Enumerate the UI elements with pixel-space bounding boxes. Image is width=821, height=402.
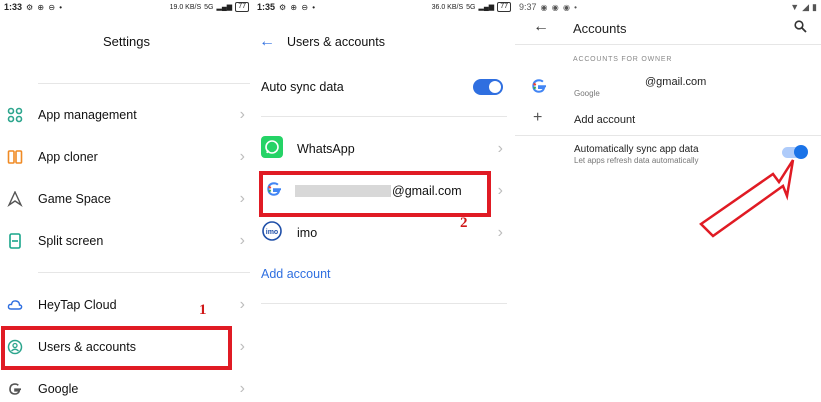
status-time: 1:35: [257, 2, 276, 12]
chevron-right-icon: ›: [497, 224, 503, 241]
auto-sync-label: Auto sync data: [261, 80, 344, 94]
highlight-box: [1, 326, 232, 370]
auto-sync-subtitle: Let apps refresh data automatically: [574, 156, 699, 165]
chevron-right-icon: ›: [239, 380, 245, 397]
auto-sync-title: Automatically sync app data: [574, 144, 699, 155]
auto-sync-row[interactable]: Auto sync data: [253, 67, 515, 107]
status-time: 1:33: [4, 2, 23, 12]
chevron-right-icon: ›: [239, 190, 245, 207]
signal-icon: ▂▄▆: [216, 4, 233, 11]
highlight-box: [259, 171, 491, 217]
chevron-right-icon: ›: [239, 148, 245, 165]
google-icon: [530, 77, 548, 100]
account-item-whatsapp[interactable]: WhatsApp ›: [253, 129, 515, 169]
settings-item-label: HeyTap Cloud: [38, 298, 117, 312]
auto-sync-toggle[interactable]: [782, 145, 808, 159]
game-space-icon: [6, 190, 24, 208]
chevron-right-icon: ›: [239, 296, 245, 313]
account-label: imo: [297, 226, 318, 240]
signal-icon: ◢: [802, 1, 810, 12]
pointer-arrow: [699, 159, 795, 238]
network-type: 5G: [204, 3, 214, 11]
battery-icon: 77: [235, 2, 249, 12]
network-speed: 36.0 KB/S: [431, 3, 464, 11]
status-icons: ◉ ◉ ◉ •: [540, 2, 578, 12]
chevron-right-icon: ›: [239, 338, 245, 355]
status-icons: ⚙ ⊕ ⊖ •: [279, 2, 317, 12]
divider: [38, 83, 250, 84]
add-account-button[interactable]: Add account: [574, 114, 635, 126]
back-arrow-icon[interactable]: ←: [533, 18, 549, 36]
settings-item-app-cloner[interactable]: App cloner ›: [0, 136, 253, 178]
account-email: @gmail.com: [645, 76, 707, 88]
settings-item-split-screen[interactable]: Split screen ›: [0, 220, 253, 262]
auto-sync-toggle[interactable]: [473, 79, 503, 95]
status-icons: ⚙ ⊕ ⊖ •: [26, 2, 64, 12]
page-title: Users & accounts: [287, 35, 385, 49]
signal-icon: ▂▄▆: [478, 4, 495, 11]
page-title: Settings: [103, 34, 150, 49]
account-label: WhatsApp: [297, 142, 355, 156]
settings-item-label: App cloner: [38, 150, 98, 164]
network-type: 5G: [466, 3, 476, 11]
whatsapp-icon: [261, 135, 283, 163]
divider: [515, 135, 821, 136]
settings-screen: 1:33 ⚙ ⊕ ⊖ • 19.0 KB/S 5G ▂▄▆ 77 Setting…: [0, 0, 253, 402]
google-icon: [6, 380, 24, 398]
svg-text:imo: imo: [266, 229, 278, 236]
cloud-icon: [6, 296, 24, 314]
apps-grid-icon: [6, 106, 24, 124]
settings-item-game-space[interactable]: Game Space ›: [0, 178, 253, 220]
users-accounts-screen: 1:35 ⚙ ⊕ ⊖ • 36.0 KB/S 5G ▂▄▆ 77 ← Users…: [253, 0, 515, 402]
wifi-icon: ▼: [790, 2, 800, 12]
settings-item-google[interactable]: Google ›: [0, 368, 253, 402]
status-time: 9:37: [519, 2, 537, 12]
divider: [38, 272, 250, 273]
settings-item-label: Google: [38, 382, 79, 396]
add-account-link[interactable]: Add account: [261, 267, 331, 281]
settings-item-label: Split screen: [38, 234, 104, 248]
search-icon[interactable]: [794, 20, 807, 38]
chevron-right-icon: ›: [497, 182, 503, 199]
network-speed: 19.0 KB/S: [169, 3, 202, 11]
page-title: Accounts: [573, 21, 627, 36]
plus-icon: +: [533, 109, 543, 126]
status-bar: 1:35 ⚙ ⊕ ⊖ • 36.0 KB/S 5G ▂▄▆ 77: [253, 0, 515, 14]
section-header: ACCOUNTS FOR OWNER: [573, 56, 673, 63]
settings-item-app-management[interactable]: App management ›: [0, 94, 253, 136]
split-screen-icon: [6, 232, 24, 250]
chevron-right-icon: ›: [239, 232, 245, 249]
divider: [261, 303, 507, 304]
app-cloner-icon: [6, 148, 24, 166]
account-provider: Google: [574, 89, 600, 98]
step-number: 1: [199, 302, 207, 318]
chevron-right-icon: ›: [239, 106, 245, 123]
settings-item-label: Game Space: [38, 192, 111, 206]
step-number: 2: [460, 215, 468, 231]
battery-icon: 77: [497, 2, 511, 12]
chevron-right-icon: ›: [497, 140, 503, 157]
status-bar: 1:33 ⚙ ⊕ ⊖ • 19.0 KB/S 5G ▂▄▆ 77: [0, 0, 253, 14]
back-arrow-icon[interactable]: ←: [259, 33, 275, 51]
status-bar: 9:37 ◉ ◉ ◉ • ▼ ◢ ▮: [515, 0, 821, 14]
divider: [515, 44, 821, 45]
settings-item-heytap-cloud[interactable]: HeyTap Cloud ›: [0, 284, 253, 326]
divider: [261, 116, 507, 117]
imo-icon: imo: [261, 220, 283, 247]
battery-icon: ▮: [812, 1, 817, 12]
account-item-imo[interactable]: imo imo ›: [253, 213, 515, 253]
accounts-screen: 9:37 ◉ ◉ ◉ • ▼ ◢ ▮ ← Accounts ACCOUNTS F…: [515, 0, 821, 402]
settings-item-label: App management: [38, 108, 137, 122]
